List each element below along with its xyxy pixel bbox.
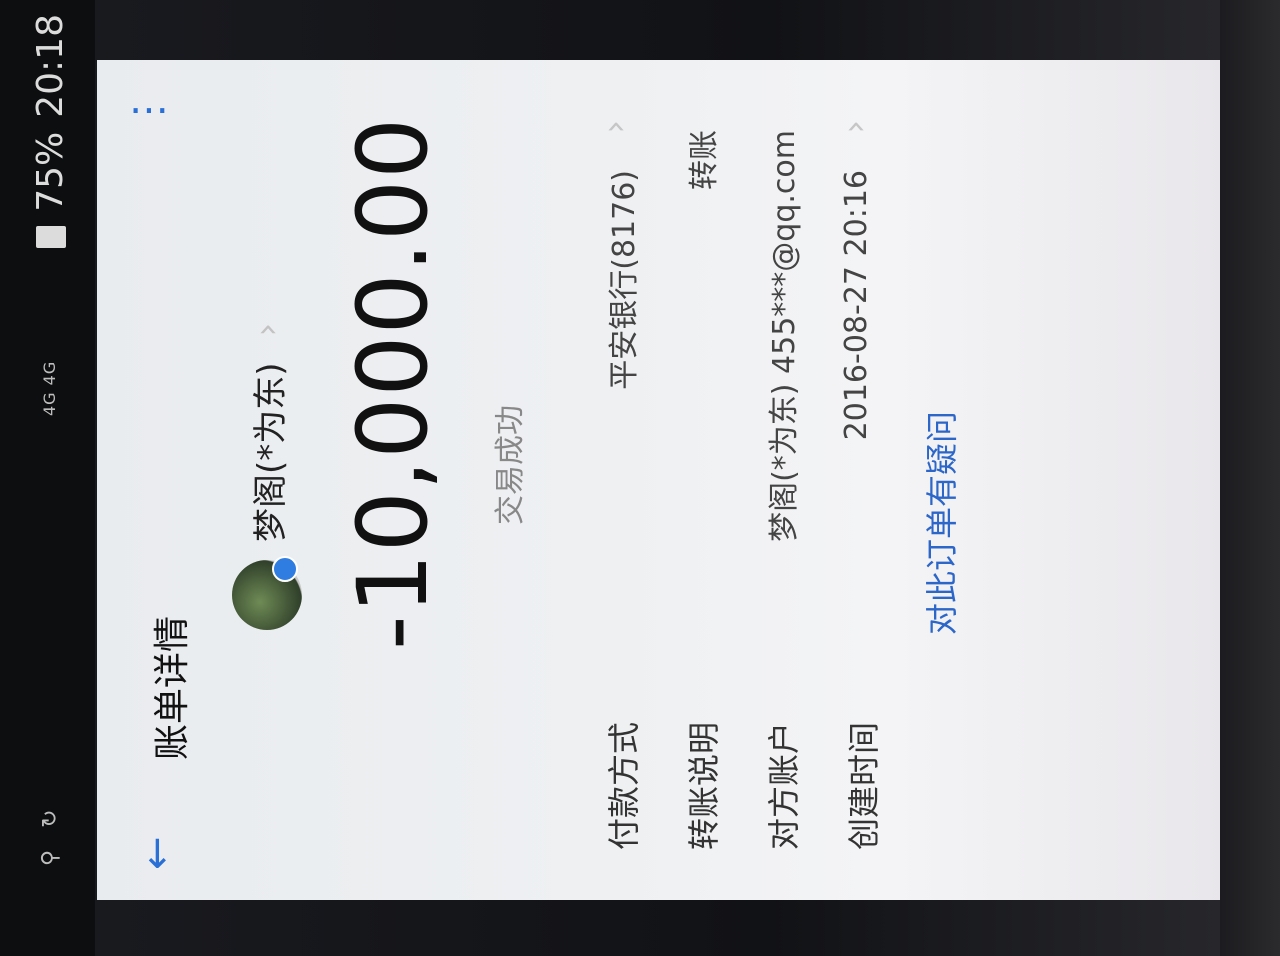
payee-name: 梦阁(*为东) [250,362,291,542]
app-bar: ← 账单详情 ⋯ [97,60,207,900]
search-icon: ⚲ [38,849,63,866]
bill-detail-page: ← 账单详情 ⋯ 梦阁(*为东) › -10,000.00 交易成功 付款方式 … [97,60,1230,900]
detail-label: 对方账户 [765,721,803,850]
detail-label: 创建时间 [845,721,883,850]
detail-label: 付款方式 [605,721,643,850]
network-indicator: 4G 4G [40,360,59,416]
clock: 20:18 [30,14,71,118]
device-edge [1220,0,1280,956]
status-right: 75% 20:18 [30,14,71,248]
detail-row-transfer-note: 转账说明 转账 [657,60,737,900]
status-left-icons: ⚲ ↻ [38,809,63,866]
detail-row-counterparty: 对方账户 梦阁(*为东) 455***@qq.com [737,60,817,900]
notification-icon: ↻ [38,809,63,828]
more-vertical-icon[interactable]: ⋯ [129,87,169,133]
back-arrow-icon[interactable]: ← [134,836,180,870]
photo-scene: ⚲ ↻ 4G 4G 75% 20:18 ← 账单详情 ⋯ 梦阁(*为东) › -… [0,0,1280,956]
battery-percent: 75% [30,131,71,212]
payee-profile[interactable]: 梦阁(*为东) › [232,323,302,630]
detail-label: 转账说明 [685,721,723,850]
order-question-link[interactable]: 对此订单有疑问 [917,411,963,635]
detail-value: 2016-08-27 20:16 [839,170,874,441]
status-bar: ⚲ ↻ 4G 4G 75% 20:18 [0,0,95,956]
phone-screen: ← 账单详情 ⋯ 梦阁(*为东) › -10,000.00 交易成功 付款方式 … [97,60,1230,900]
detail-row-created-time[interactable]: 创建时间 2016-08-27 20:16 › [817,60,897,900]
details-list: 付款方式 平安银行(8176) › 转账说明 转账 对方账户 梦阁(*为东) 4… [577,60,897,900]
status-bar-area: ⚲ ↻ 4G 4G 75% 20:18 [0,0,95,956]
detail-value: 梦阁(*为东) 455***@qq.com [767,130,802,542]
page-title: 账单详情 [152,615,193,760]
detail-value: 平安银行(8176) [607,170,642,390]
transaction-amount: -10,000.00 [337,116,449,650]
chevron-right-icon: › [247,322,287,337]
chevron-right-icon: › [595,120,635,134]
detail-row-payment-method[interactable]: 付款方式 平安银行(8176) › [577,60,657,900]
avatar [232,556,302,630]
battery-icon [35,225,66,248]
detail-value: 转账 [687,130,722,190]
transaction-status: 交易成功 [493,405,528,525]
verified-badge-icon [272,556,298,582]
chevron-right-icon: › [835,120,875,134]
